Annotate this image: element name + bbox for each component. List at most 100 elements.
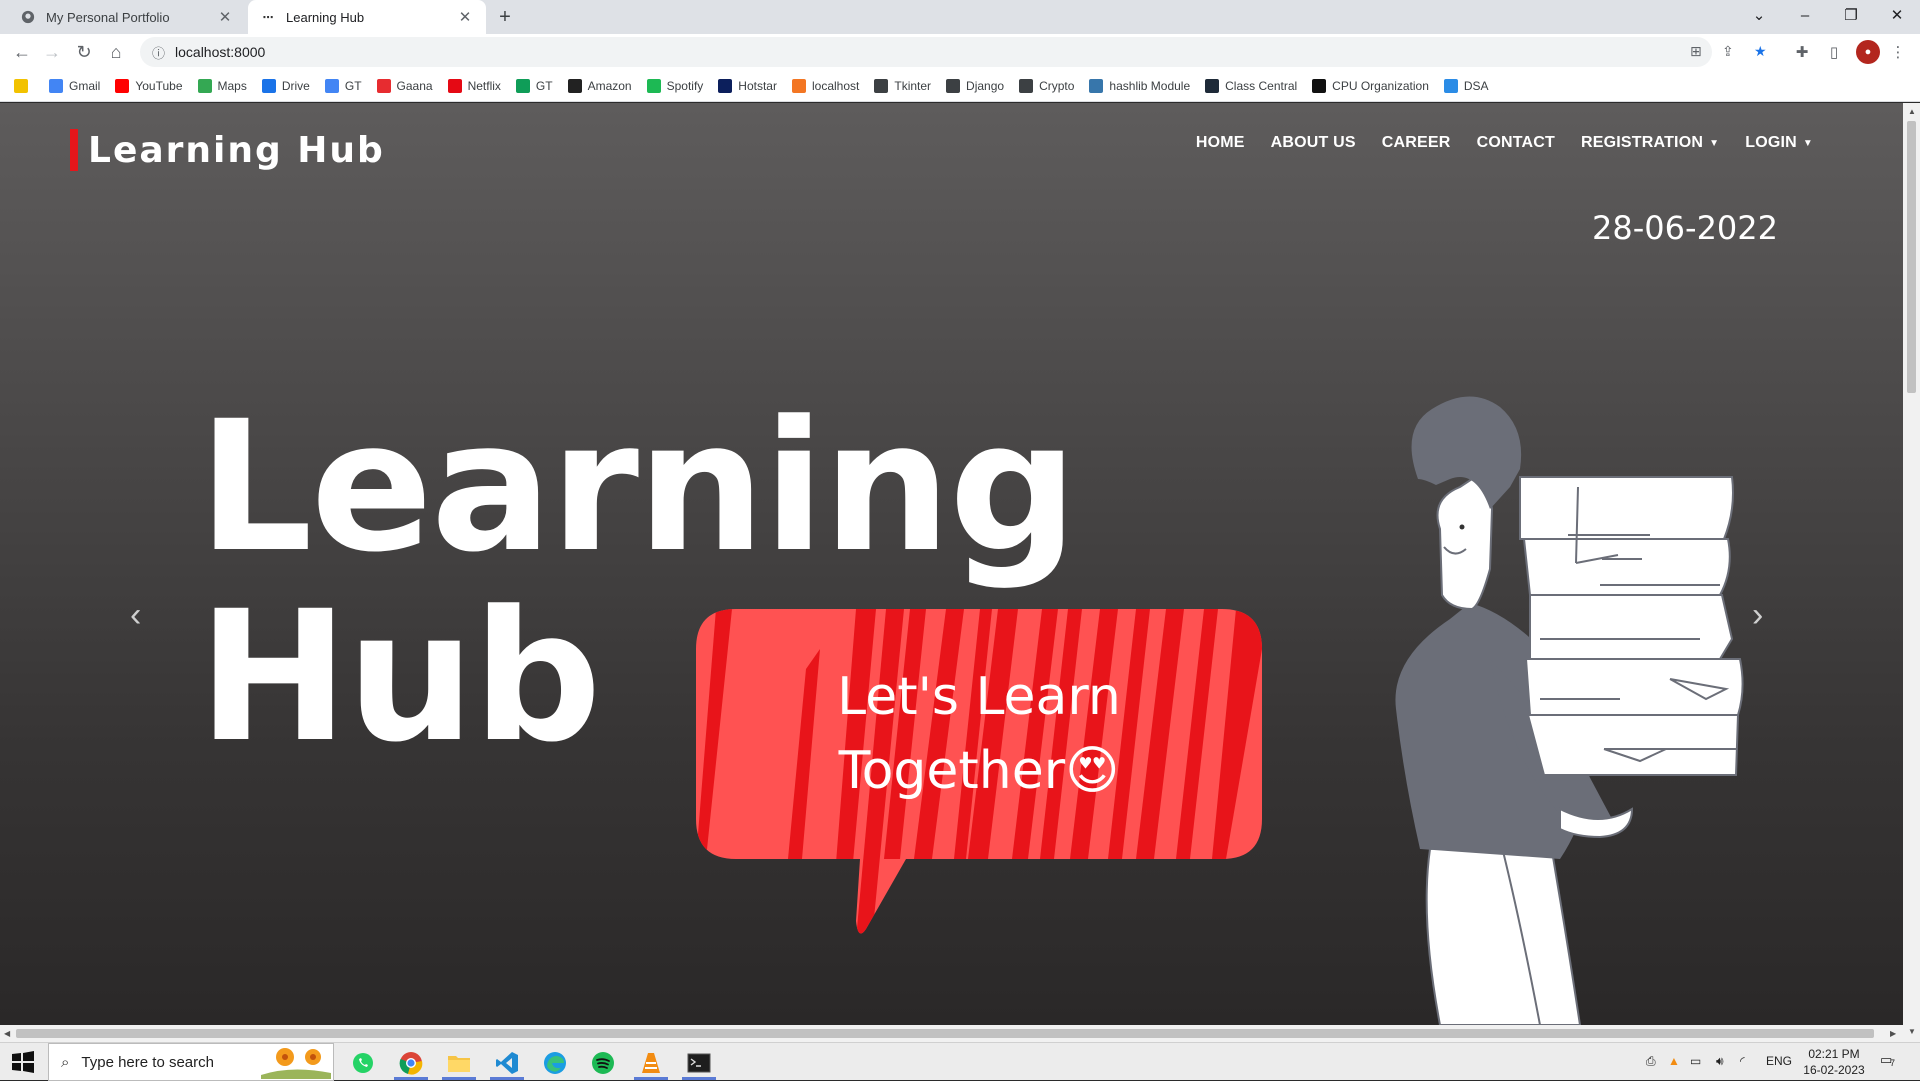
scroll-up-icon[interactable]: ▲ — [1908, 107, 1916, 116]
gaana-icon — [376, 78, 391, 93]
bookmark-item[interactable]: Maps — [197, 78, 247, 93]
bookmark-item[interactable]: localhost — [791, 78, 859, 93]
search-placeholder: Type here to search — [81, 1053, 214, 1071]
chevron-left-icon[interactable]: ‹ — [130, 596, 141, 635]
new-tab-button[interactable]: + — [492, 4, 518, 30]
vlc-icon[interactable] — [630, 1046, 672, 1080]
restore-button[interactable]: ❐ — [1828, 0, 1874, 30]
tab-search-icon[interactable]: ⌄ — [1736, 0, 1782, 30]
google-icon — [49, 78, 63, 93]
bookmark-item[interactable]: Drive — [261, 78, 310, 93]
scroll-right-icon[interactable]: ▶ — [1890, 1029, 1896, 1038]
bookmark-label: YouTube — [135, 78, 183, 93]
nav-item-about-us[interactable]: ABOUT US — [1271, 134, 1356, 152]
nav-item-login[interactable]: LOGIN ▼ — [1745, 134, 1813, 152]
bookmark-item[interactable]: Gaana — [376, 78, 433, 93]
volume-icon[interactable]: 🔊︎ — [1716, 1054, 1724, 1069]
bookmark-item[interactable]: Hotstar — [718, 78, 777, 93]
battery-icon[interactable]: ▭ — [1690, 1054, 1701, 1068]
menu-icon[interactable]: ⋮ — [1886, 40, 1910, 64]
forward-button[interactable]: → — [38, 38, 66, 66]
vertical-scroll-thumb[interactable] — [1907, 121, 1916, 393]
bookmark-label: Gaana — [396, 78, 433, 93]
side-panel-icon[interactable]: ▯ — [1822, 40, 1846, 64]
cpu-icon — [1312, 78, 1327, 93]
xampp-icon — [791, 78, 806, 93]
bookmark-item[interactable]: Django — [946, 78, 1004, 93]
windows-start-icon[interactable] — [10, 1051, 36, 1073]
bookmark-label: Drive — [281, 78, 310, 93]
home-button[interactable]: ⌂ — [102, 38, 130, 66]
scroll-left-icon[interactable]: ◀ — [4, 1029, 10, 1038]
bookmark-item[interactable]: Tkinter — [874, 78, 931, 93]
site-info-icon[interactable]: ⓘ — [152, 43, 165, 62]
main-nav: HOME ABOUT US CAREER CONTACT REGISTRATION ▼ LO… — [1196, 134, 1813, 152]
meet-now-icon[interactable]: ⎙ — [1646, 1054, 1656, 1069]
nav-item-contact[interactable]: CONTACT — [1477, 134, 1555, 152]
horizontal-scroll-thumb[interactable] — [16, 1029, 1874, 1038]
bookmark-item[interactable]: Netflix — [447, 78, 501, 93]
bookmark-item[interactable]: GT — [324, 78, 362, 93]
reload-button[interactable]: ↻ — [70, 38, 98, 66]
bookmark-label: CPU Organization — [1332, 78, 1429, 93]
extensions-icon[interactable]: ✚ — [1790, 40, 1814, 64]
close-tab-icon[interactable]: ✕ — [216, 8, 234, 26]
bubble-text: Let's Learn Together😍 — [696, 609, 1262, 859]
spotify-icon[interactable] — [582, 1046, 624, 1080]
notification-center-icon[interactable]: ▭ 7 — [1880, 1052, 1902, 1072]
vscode-icon[interactable] — [486, 1046, 528, 1080]
bookmark-item[interactable]: Gmail — [49, 78, 100, 93]
profile-avatar[interactable]: ● — [1856, 40, 1880, 64]
chrome-icon[interactable] — [390, 1046, 432, 1080]
nav-label: HOME — [1195, 134, 1245, 151]
browser-toolbar: ← → ↻ ⌂ ⓘ localhost:8000 ⊞ ⇪ ★ ✚ ▯ ● ⋮ — [0, 34, 1920, 70]
bookmark-item[interactable] — [14, 78, 34, 93]
nav-item-career[interactable]: CAREER — [1382, 134, 1451, 152]
close-window-button[interactable]: ✕ — [1874, 0, 1920, 30]
wifi-icon[interactable]: ◜ — [1740, 1054, 1745, 1068]
site-logo[interactable]: Learning Hub — [70, 129, 385, 171]
bookmark-star-icon[interactable]: ★ — [1754, 43, 1767, 60]
share-icon[interactable]: ⇪ — [1722, 43, 1734, 60]
vlc-tray-icon[interactable]: ▲ — [1668, 1054, 1680, 1068]
bookmark-item[interactable]: Crypto — [1019, 78, 1075, 93]
brand-name: Learning Hub — [88, 129, 385, 171]
bookmark-item[interactable]: DSA — [1443, 78, 1489, 93]
bookmark-item[interactable]: Class Central — [1205, 78, 1298, 93]
file-explorer-icon[interactable] — [438, 1046, 480, 1080]
nav-item-registration[interactable]: REGISTRATION ▼ — [1581, 134, 1719, 152]
minimize-button[interactable]: – — [1782, 0, 1828, 30]
bookmark-label: Class Central — [1225, 78, 1298, 93]
bookmark-item[interactable]: hashlib Module — [1089, 78, 1190, 93]
bookmark-item[interactable]: Amazon — [567, 78, 632, 93]
bookmark-item[interactable]: YouTube — [115, 78, 183, 93]
crypto-icon — [1019, 78, 1034, 93]
edge-icon[interactable] — [534, 1046, 576, 1080]
bookmark-label: GT — [535, 78, 553, 93]
taskbar-search[interactable]: ⌕ Type here to search — [48, 1043, 334, 1081]
bookmark-item[interactable]: CPU Organization — [1312, 78, 1429, 93]
bookmark-item[interactable]: Spotify — [646, 78, 703, 93]
tab-portfolio[interactable]: My Personal Portfolio ✕ — [8, 0, 246, 34]
chevron-right-icon[interactable]: › — [1752, 596, 1763, 635]
tab-strip: My Personal Portfolio ✕ ⋯ Learning Hub ✕… — [0, 0, 1920, 34]
hotstar-icon — [718, 78, 733, 93]
notification-count: 7 — [1890, 1058, 1896, 1068]
terminal-icon[interactable] — [678, 1046, 720, 1080]
current-date: 28-06-2022 — [1592, 209, 1778, 247]
language-indicator[interactable]: ENG — [1766, 1054, 1792, 1068]
back-button[interactable]: ← — [8, 38, 36, 66]
vertical-scrollbar[interactable]: ▲ ▼ — [1903, 103, 1920, 1042]
tab-learning-hub[interactable]: ⋯ Learning Hub ✕ — [248, 0, 486, 34]
horizontal-scrollbar[interactable]: ◀ ▶ — [0, 1025, 1903, 1042]
scroll-down-icon[interactable]: ▼ — [1908, 1027, 1916, 1036]
system-clock[interactable]: 02:21 PM 16-02-2023 — [1796, 1046, 1872, 1078]
nav-item-home[interactable]: HOME — [1196, 134, 1245, 152]
bookmark-item[interactable]: GT — [515, 78, 553, 93]
address-bar[interactable]: ⓘ localhost:8000 — [140, 37, 1712, 67]
nav-label: LOGIN — [1745, 134, 1797, 151]
close-tab-icon[interactable]: ✕ — [456, 8, 474, 26]
whatsapp-icon[interactable] — [342, 1046, 384, 1080]
translate-icon[interactable]: ⊞ — [1690, 43, 1702, 60]
bookmark-label: Crypto — [1039, 78, 1075, 93]
